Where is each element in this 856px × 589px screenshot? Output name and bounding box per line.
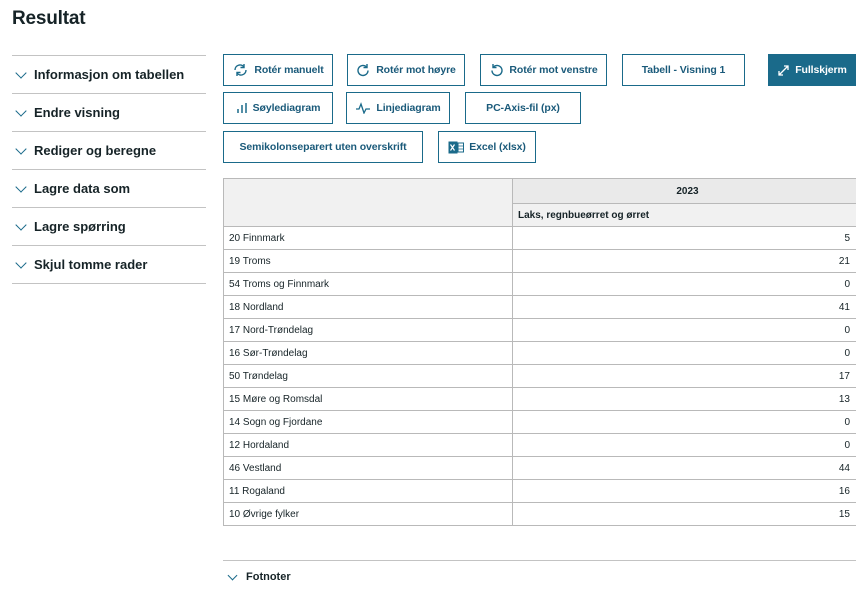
footnotes-toggle[interactable]: Fotnoter [226, 570, 291, 583]
table-row: 19 Troms 21 [223, 249, 856, 273]
chevron-down-icon [15, 218, 27, 231]
sidebar-item-skjul-tomme[interactable]: Skjul tomme rader [12, 245, 206, 284]
table-row: 14 Sogn og Fjordane 0 [223, 410, 856, 434]
table-view-button[interactable]: Tabell - Visning 1 [622, 54, 745, 86]
sidebar-item-rediger[interactable]: Rediger og beregne [12, 131, 206, 169]
chevron-down-icon [15, 180, 27, 193]
table-row: 12 Hordaland 0 [223, 433, 856, 457]
rotate-right-label: Rotér mot høyre [376, 64, 456, 76]
bar-chart-label: Søylediagram [252, 102, 321, 114]
region-label: 15 Møre og Romsdal [223, 387, 513, 411]
sidebar: Informasjon om tabellen Endre visning Re… [12, 55, 206, 284]
excel-export-label: Excel (xlsx) [469, 141, 526, 153]
table-row: 15 Møre og Romsdal 13 [223, 387, 856, 411]
page-title: Resultat [12, 8, 86, 29]
region-label: 20 Finnmark [223, 226, 513, 250]
value-cell: 0 [512, 341, 856, 365]
table-row: 17 Nord-Trøndelag 0 [223, 318, 856, 342]
rotate-right-button[interactable]: Rotér mot høyre [347, 54, 465, 86]
year-header: 2023 [512, 178, 856, 204]
chevron-down-icon [227, 570, 238, 580]
sidebar-item-label: Lagre spørring [34, 219, 126, 234]
region-label: 54 Troms og Finnmark [223, 272, 513, 296]
results-table: 2023 Laks, regnbueørret og ørret 20 Finn… [223, 178, 856, 526]
sidebar-item-informasjon[interactable]: Informasjon om tabellen [12, 55, 206, 93]
expand-icon [777, 64, 790, 77]
results-table-container: 2023 Laks, regnbueørret og ørret 20 Finn… [223, 178, 856, 526]
rotate-left-button[interactable]: Rotér mot venstre [480, 54, 607, 86]
excel-export-button[interactable]: Excel (xlsx) [438, 131, 536, 163]
value-cell: 0 [512, 318, 856, 342]
chevron-down-icon [15, 66, 27, 79]
value-cell: 17 [512, 364, 856, 388]
footnotes-divider [223, 560, 856, 561]
table-row: 10 Øvrige fylker 15 [223, 502, 856, 526]
line-chart-icon [355, 102, 371, 114]
region-label: 19 Troms [223, 249, 513, 273]
region-label: 17 Nord-Trøndelag [223, 318, 513, 342]
rotate-manual-button[interactable]: Rotér manuelt [223, 54, 333, 86]
sidebar-item-endre-visning[interactable]: Endre visning [12, 93, 206, 131]
value-cell: 16 [512, 479, 856, 503]
measure-header: Laks, regnbueørret og ørret [512, 203, 856, 227]
region-label: 50 Trøndelag [223, 364, 513, 388]
table-row: 11 Rogaland 16 [223, 479, 856, 503]
pcaxis-label: PC-Axis-fil (px) [486, 102, 560, 114]
table-view-label: Tabell - Visning 1 [641, 64, 726, 76]
sidebar-item-label: Informasjon om tabellen [34, 67, 185, 82]
region-label: 10 Øvrige fylker [223, 502, 513, 526]
sidebar-item-label: Rediger og beregne [34, 143, 157, 158]
value-cell: 13 [512, 387, 856, 411]
bar-chart-icon [236, 102, 248, 114]
bar-chart-button[interactable]: Søylediagram [223, 92, 333, 124]
sidebar-item-lagre-sporring[interactable]: Lagre spørring [12, 207, 206, 245]
value-cell: 15 [512, 502, 856, 526]
table-row: 50 Trøndelag 17 [223, 364, 856, 388]
chevron-down-icon [15, 104, 27, 117]
region-label: 14 Sogn og Fjordane [223, 410, 513, 434]
rotate-right-icon [356, 63, 371, 78]
region-label: 16 Sør-Trøndelag [223, 341, 513, 365]
chevron-down-icon [15, 142, 27, 155]
table-row: 54 Troms og Finnmark 0 [223, 272, 856, 296]
line-chart-button[interactable]: Linjediagram [346, 92, 450, 124]
footnotes-label: Fotnoter [246, 571, 291, 583]
rotate-left-icon [489, 63, 504, 78]
value-cell: 0 [512, 410, 856, 434]
sidebar-item-label: Skjul tomme rader [34, 257, 148, 272]
fullscreen-label: Fullskjerm [795, 64, 847, 76]
sidebar-item-label: Endre visning [34, 105, 120, 120]
sidebar-item-label: Lagre data som [34, 181, 131, 196]
sidebar-item-lagre-data[interactable]: Lagre data som [12, 169, 206, 207]
semicolon-export-button[interactable]: Semikolonseparert uten overskrift [223, 131, 423, 163]
region-label: 18 Nordland [223, 295, 513, 319]
excel-icon [448, 141, 465, 154]
table-row: 18 Nordland 41 [223, 295, 856, 319]
line-chart-label: Linjediagram [376, 102, 441, 114]
value-cell: 0 [512, 433, 856, 457]
pcaxis-button[interactable]: PC-Axis-fil (px) [465, 92, 581, 124]
value-cell: 0 [512, 272, 856, 296]
fullscreen-button[interactable]: Fullskjerm [768, 54, 856, 86]
region-label: 11 Rogaland [223, 479, 513, 503]
region-label: 12 Hordaland [223, 433, 513, 457]
semicolon-export-label: Semikolonseparert uten overskrift [239, 141, 407, 153]
rotate-manual-label: Rotér manuelt [254, 64, 324, 76]
rotate-left-label: Rotér mot venstre [509, 64, 598, 76]
rotate-icon [232, 63, 249, 77]
value-cell: 5 [512, 226, 856, 250]
table-row: 20 Finnmark 5 [223, 226, 856, 250]
table-row: 46 Vestland 44 [223, 456, 856, 480]
value-cell: 44 [512, 456, 856, 480]
value-cell: 41 [512, 295, 856, 319]
chevron-down-icon [15, 256, 27, 269]
table-corner-header [223, 178, 513, 227]
region-label: 46 Vestland [223, 456, 513, 480]
value-cell: 21 [512, 249, 856, 273]
table-row: 16 Sør-Trøndelag 0 [223, 341, 856, 365]
